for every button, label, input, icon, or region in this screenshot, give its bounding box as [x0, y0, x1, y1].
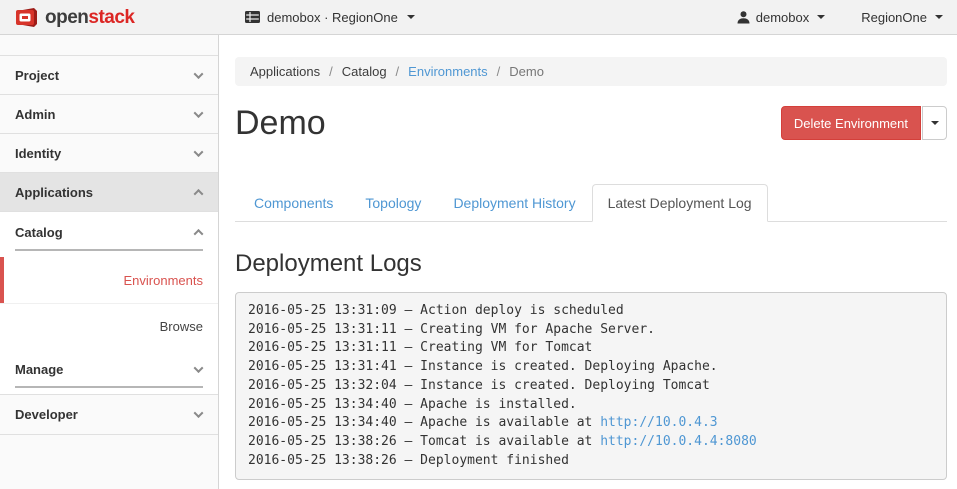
sidebar-item-label: Developer [15, 407, 78, 422]
sidebar-item-label: Project [15, 68, 59, 83]
delete-environment-dropdown-toggle[interactable] [922, 106, 947, 140]
region-menu[interactable]: RegionOne [857, 10, 947, 25]
breadcrumb-item-catalog: Catalog [342, 64, 387, 79]
breadcrumb-item-demo: Demo [509, 64, 544, 79]
sidebar-item-label: Applications [15, 185, 93, 200]
log-line: 2016-05-25 13:31:41 — Instance is create… [248, 358, 934, 377]
sidebar-item-label: Identity [15, 146, 61, 161]
chevron-down-icon [194, 363, 204, 373]
tab-topology[interactable]: Topology [349, 184, 437, 222]
sidebar-item-admin[interactable]: Admin [0, 95, 218, 134]
sidebar-item-label: Admin [15, 107, 55, 122]
tab-deployment-history[interactable]: Deployment History [437, 184, 591, 222]
breadcrumb-item-environments[interactable]: Environments [408, 64, 487, 79]
delete-environment-button[interactable]: Delete Environment [781, 106, 921, 140]
log-line: 2016-05-25 13:31:11 — Creating VM for Ap… [248, 321, 934, 340]
projects-list-icon [245, 11, 260, 23]
page-title: Demo [235, 103, 326, 143]
caret-down-icon [935, 15, 943, 19]
caret-down-icon [817, 15, 825, 19]
openstack-logo-icon [13, 5, 39, 29]
sidebar-item-browse[interactable]: Browse [0, 303, 218, 349]
sidebar-spacer [0, 35, 218, 56]
sidebar-item-manage[interactable]: Manage [0, 349, 218, 395]
deployment-log-box: 2016-05-25 13:31:09 — Action deploy is s… [235, 292, 947, 480]
breadcrumb-separator: / [497, 64, 501, 79]
sidebar: Project Admin Identity Applications Cata… [0, 35, 219, 489]
chevron-down-icon [194, 408, 204, 418]
main-content: Applications / Catalog / Environments / … [220, 35, 957, 489]
caret-down-icon [407, 15, 415, 19]
log-line: 2016-05-25 13:32:04 — Instance is create… [248, 377, 934, 396]
chevron-down-icon [194, 69, 204, 79]
sidebar-item-applications[interactable]: Applications [0, 173, 218, 212]
tab-components[interactable]: Components [238, 184, 349, 222]
sidebar-item-catalog[interactable]: Catalog [0, 212, 218, 257]
openstack-wordmark: openstack [45, 8, 135, 27]
sidebar-item-developer[interactable]: Developer [0, 395, 218, 435]
topbar-right-menus: demobox RegionOne [733, 0, 947, 34]
chevron-down-icon [194, 147, 204, 157]
user-menu[interactable]: demobox [733, 10, 829, 25]
breadcrumb-item-applications: Applications [250, 64, 320, 79]
user-menu-label: demobox [756, 10, 809, 25]
chevron-down-icon [194, 108, 204, 118]
delete-environment-button-group: Delete Environment [781, 106, 947, 140]
log-url-link[interactable]: http://10.0.4.4:8080 [600, 434, 757, 449]
sidebar-item-label: Manage [15, 362, 63, 377]
openstack-logo[interactable]: openstack [0, 5, 219, 29]
log-line: 2016-05-25 13:34:40 — Apache is installe… [248, 396, 934, 415]
chevron-up-icon [194, 229, 204, 239]
tab-latest-deployment-log[interactable]: Latest Deployment Log [592, 184, 768, 222]
project-region-label: demobox · RegionOne [267, 10, 398, 25]
deployment-logs-heading: Deployment Logs [235, 250, 947, 278]
tab-bar: Components Topology Deployment History L… [235, 184, 947, 222]
log-line: 2016-05-25 13:38:26 — Deployment finishe… [248, 452, 934, 471]
page-header: Demo Delete Environment [235, 103, 947, 143]
breadcrumb-separator: / [329, 64, 333, 79]
sidebar-item-environments[interactable]: Environments [0, 257, 218, 303]
sidebar-item-label: Browse [160, 319, 203, 334]
sidebar-item-identity[interactable]: Identity [0, 134, 218, 173]
log-line: 2016-05-25 13:31:11 — Creating VM for To… [248, 339, 934, 358]
caret-down-icon [931, 121, 939, 125]
breadcrumb-separator: / [396, 64, 400, 79]
sidebar-group-divider [15, 249, 203, 251]
log-line: 2016-05-25 13:38:26 — Tomcat is availabl… [248, 433, 934, 452]
sidebar-item-label: Catalog [15, 225, 63, 240]
log-url-link[interactable]: http://10.0.4.3 [600, 415, 717, 430]
sidebar-item-project[interactable]: Project [0, 56, 218, 95]
sidebar-item-label: Environments [124, 273, 203, 288]
project-region-switcher[interactable]: demobox · RegionOne [245, 0, 415, 34]
chevron-up-icon [194, 188, 204, 198]
user-icon [737, 11, 750, 24]
log-line: 2016-05-25 13:31:09 — Action deploy is s… [248, 302, 934, 321]
top-navbar: openstack demobox · RegionOne demobox [0, 0, 957, 35]
breadcrumb: Applications / Catalog / Environments / … [235, 57, 947, 86]
sidebar-group-divider [15, 386, 203, 388]
log-line: 2016-05-25 13:34:40 — Apache is availabl… [248, 414, 934, 433]
region-menu-label: RegionOne [861, 10, 927, 25]
